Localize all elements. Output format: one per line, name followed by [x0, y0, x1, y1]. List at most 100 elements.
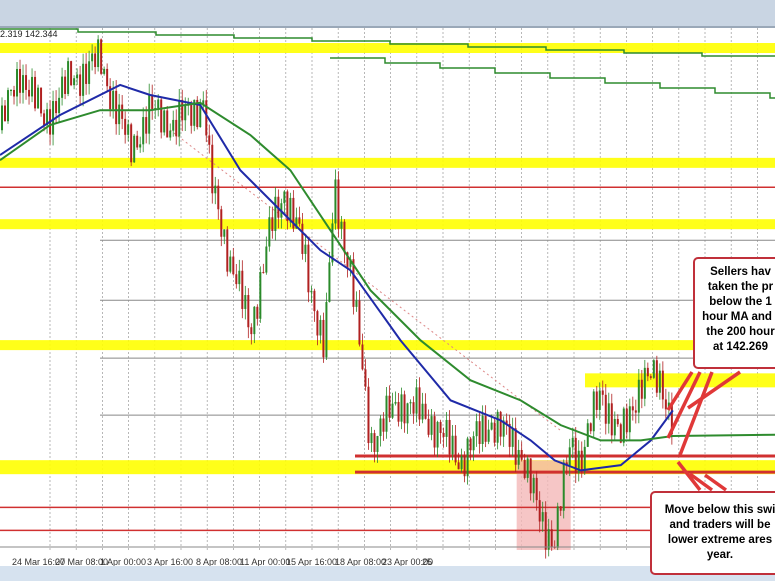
candle-body: [604, 394, 607, 424]
candle-body: [400, 394, 403, 422]
candle-body: [307, 244, 310, 293]
candle-body: [436, 421, 439, 448]
candle-body: [382, 418, 385, 432]
annotation-line: taken the pr: [707, 281, 774, 293]
candle-body: [517, 449, 520, 465]
candle-body: [616, 418, 619, 425]
candle-body: [232, 256, 235, 275]
candle-body: [100, 39, 103, 74]
candle-body: [103, 68, 106, 74]
candle-body: [634, 410, 637, 413]
annotation-line: lower extreme ares: [667, 534, 773, 546]
candle-body: [64, 76, 67, 94]
candle-body: [568, 447, 571, 466]
candle-body: [550, 529, 553, 547]
candle-body: [19, 68, 22, 93]
candle-body: [367, 386, 370, 444]
candle-body: [25, 75, 28, 90]
candle-body: [151, 94, 154, 110]
candle-body: [652, 360, 655, 378]
candle-body: [223, 229, 226, 237]
annotation-line: year.: [706, 549, 734, 561]
candle-body: [112, 90, 115, 110]
candle-body: [157, 99, 160, 109]
candle-body: [433, 416, 436, 448]
candle-body: [376, 436, 379, 452]
candle-body: [454, 435, 457, 463]
candle-body: [520, 449, 523, 460]
candle-body: [451, 435, 454, 455]
candle-body: [328, 262, 331, 303]
candle-body: [184, 105, 187, 121]
candle-body: [532, 477, 535, 494]
candle-body: [466, 438, 469, 477]
candle-body: [160, 99, 163, 133]
candle-body: [124, 118, 127, 135]
candle-body: [598, 390, 601, 410]
candle-body: [325, 302, 328, 358]
candle-body: [298, 217, 301, 224]
candle-body: [499, 411, 502, 437]
candle-body: [271, 217, 274, 231]
candle-body: [364, 369, 367, 387]
candle-body: [583, 446, 586, 472]
candle-body: [496, 411, 499, 443]
candle-body: [448, 419, 451, 455]
candle-body: [199, 105, 202, 128]
candle-body: [142, 117, 145, 145]
candle-body: [4, 105, 7, 122]
candle-body: [181, 99, 184, 121]
annotation-line: Sellers hav: [710, 266, 771, 278]
candle-body: [226, 229, 229, 272]
candle-body: [304, 244, 307, 254]
candle-body: [562, 462, 565, 511]
candle-body: [361, 344, 364, 370]
candle-body: [421, 403, 424, 420]
candle-body: [664, 399, 667, 410]
candle-body: [490, 422, 493, 430]
candle-body: [208, 135, 211, 145]
candle-body: [253, 306, 256, 335]
annotation-move-below: Move below this swi and traders will be …: [650, 491, 775, 575]
candle-body: [61, 76, 64, 98]
candle-body: [613, 418, 616, 436]
candle-body: [88, 61, 91, 84]
candle-body: [523, 459, 526, 478]
candle-body: [559, 506, 562, 511]
ohlc-readout: 2.319 142.344: [0, 29, 58, 39]
candle-body: [631, 406, 634, 411]
candle-body: [82, 63, 85, 96]
annotation-line: the 200 hour: [706, 326, 775, 338]
candle-body: [136, 135, 139, 148]
candle-body: [580, 450, 583, 472]
candle-body: [289, 197, 292, 222]
yellow-support-band: [0, 340, 775, 351]
candle-body: [316, 311, 319, 336]
candle-body: [478, 421, 481, 445]
candle-body: [370, 433, 373, 444]
candle-body: [319, 319, 322, 336]
candle-body: [625, 408, 628, 433]
candle-body: [40, 87, 43, 114]
candle-body: [1, 105, 4, 131]
candle-body: [418, 387, 421, 420]
candle-body: [649, 376, 652, 378]
candle-body: [55, 101, 58, 114]
candle-body: [10, 89, 13, 91]
candle-body: [661, 370, 664, 400]
candle-body: [76, 74, 79, 79]
candle-body: [475, 421, 478, 437]
candle-body: [592, 391, 595, 432]
annotation-sellers: Sellers hav taken the pr below the 1 hou…: [693, 257, 775, 369]
candle-body: [166, 110, 169, 138]
candle-body: [628, 406, 631, 433]
candle-body: [22, 75, 25, 93]
candle-body: [52, 101, 55, 135]
higher-timeframe-ma-line-2: [330, 57, 775, 99]
candle-body: [535, 477, 538, 501]
candle-body: [13, 89, 16, 97]
yellow-support-band: [0, 43, 775, 54]
candle-body: [94, 53, 97, 68]
annotation-line: hour MA and t: [702, 311, 775, 323]
candle-body: [133, 135, 136, 163]
